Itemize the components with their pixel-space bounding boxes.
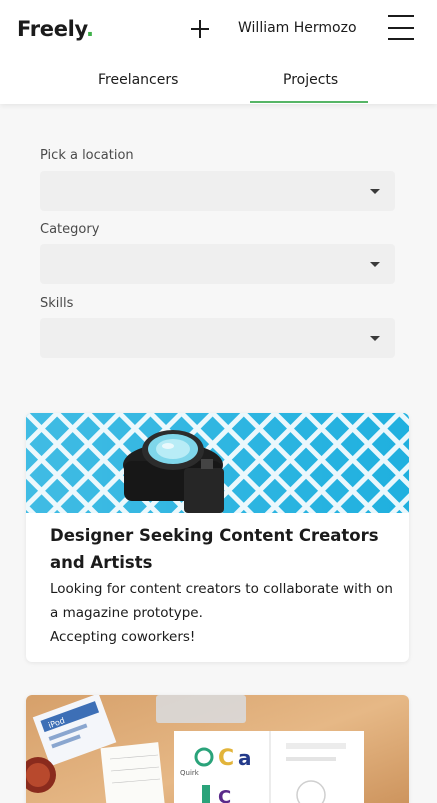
project-image-desk: iPod Quirk C a C	[26, 695, 409, 803]
category-select[interactable]	[40, 244, 395, 284]
logo-dot: .	[86, 17, 94, 41]
chevron-down-icon	[370, 189, 380, 194]
location-select[interactable]	[40, 171, 395, 211]
top-navigation-bar: Freely. William Hermozo Freelancers Proj…	[0, 0, 437, 104]
chevron-down-icon	[370, 336, 380, 341]
project-description: Looking for content creators to collabor…	[50, 577, 402, 649]
location-label: Pick a location	[40, 148, 134, 163]
active-tab-indicator	[250, 101, 368, 103]
hamburger-menu-icon[interactable]	[388, 15, 414, 40]
svg-text:C: C	[218, 787, 231, 803]
project-image-magnifier	[26, 413, 409, 513]
book-text: Quirk	[180, 769, 200, 777]
description-line: Accepting coworkers!	[50, 629, 196, 645]
category-label: Category	[40, 222, 100, 237]
tab-projects[interactable]: Projects	[283, 72, 338, 88]
chevron-down-icon	[370, 262, 380, 267]
freely-logo[interactable]: Freely.	[17, 17, 94, 41]
skills-label: Skills	[40, 296, 74, 311]
project-card[interactable]: Designer Seeking Content Creators and Ar…	[26, 413, 409, 662]
project-card[interactable]: iPod Quirk C a C	[26, 695, 409, 803]
project-title: Designer Seeking Content Creators and Ar…	[50, 526, 379, 572]
user-name-link[interactable]: William Hermozo	[238, 20, 357, 36]
skills-select[interactable]	[40, 318, 395, 358]
tab-freelancers[interactable]: Freelancers	[98, 72, 178, 88]
logo-text: Freely	[17, 17, 87, 41]
plus-icon[interactable]	[189, 18, 211, 40]
svg-text:a: a	[238, 746, 252, 770]
svg-text:C: C	[218, 746, 234, 771]
description-line: Looking for content creators to collabor…	[50, 581, 393, 621]
